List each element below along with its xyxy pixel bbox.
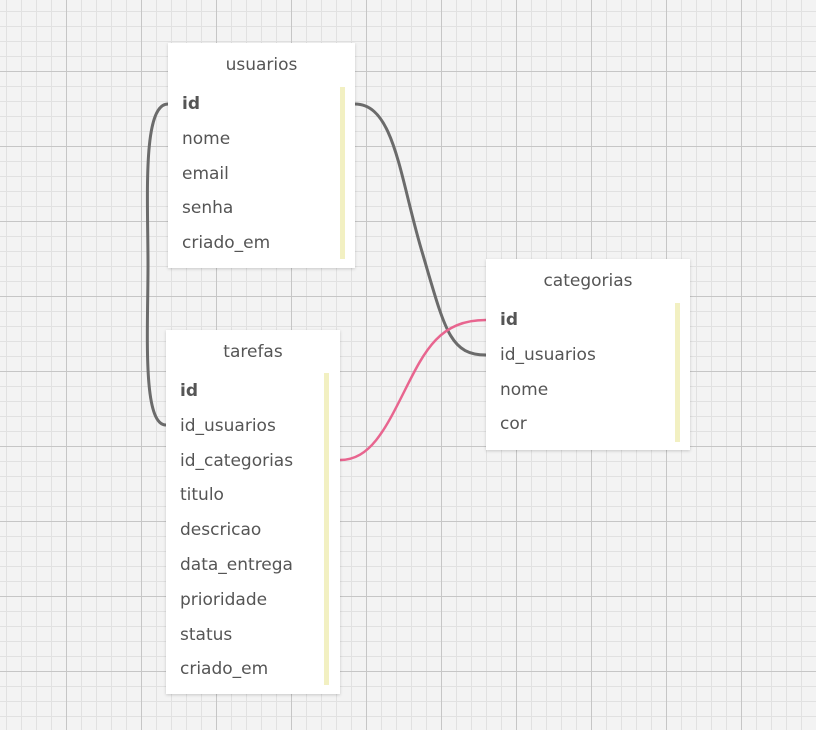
field-id-usuarios[interactable]: id_usuarios: [180, 409, 340, 444]
table-title: tarefas: [223, 342, 283, 362]
field-criado-em[interactable]: criado_em: [182, 226, 355, 261]
table-title: usuarios: [225, 55, 298, 75]
table-usuarios[interactable]: usuarios id nome email senha criado_em: [168, 43, 355, 268]
field-criado-em[interactable]: criado_em: [180, 652, 340, 687]
accent-bar: [324, 373, 329, 685]
field-cor[interactable]: cor: [500, 407, 690, 442]
field-id-categorias[interactable]: id_categorias: [180, 444, 340, 479]
field-status[interactable]: status: [180, 618, 340, 653]
table-categorias[interactable]: categorias id id_usuarios nome cor: [486, 259, 690, 450]
field-id[interactable]: id: [180, 374, 340, 409]
table-tarefas[interactable]: tarefas id id_usuarios id_categorias tit…: [166, 330, 340, 694]
field-nome[interactable]: nome: [500, 373, 690, 408]
field-email[interactable]: email: [182, 157, 355, 192]
field-id[interactable]: id: [182, 87, 355, 122]
field-id-usuarios[interactable]: id_usuarios: [500, 338, 690, 373]
relation-categorias-id-to-tarefas-id-categorias[interactable]: [339, 318, 487, 462]
field-data-entrega[interactable]: data_entrega: [180, 548, 340, 583]
relation-usuarios-id-to-tarefas-id-usuarios[interactable]: [145, 102, 169, 427]
accent-bar: [340, 87, 345, 259]
field-descricao[interactable]: descricao: [180, 513, 340, 548]
relation-usuarios-id-to-categorias-id-usuarios[interactable]: [354, 102, 487, 357]
field-senha[interactable]: senha: [182, 191, 355, 226]
relation-lines: [145, 102, 487, 462]
field-nome[interactable]: nome: [182, 122, 355, 157]
field-list: id id_usuarios nome cor: [486, 303, 690, 442]
field-prioridade[interactable]: prioridade: [180, 583, 340, 618]
table-title: categorias: [543, 271, 633, 291]
field-list: id id_usuarios id_categorias titulo desc…: [166, 374, 340, 687]
field-titulo[interactable]: titulo: [180, 478, 340, 513]
accent-bar: [675, 303, 680, 442]
field-list: id nome email senha criado_em: [168, 87, 355, 261]
field-id[interactable]: id: [500, 303, 690, 338]
